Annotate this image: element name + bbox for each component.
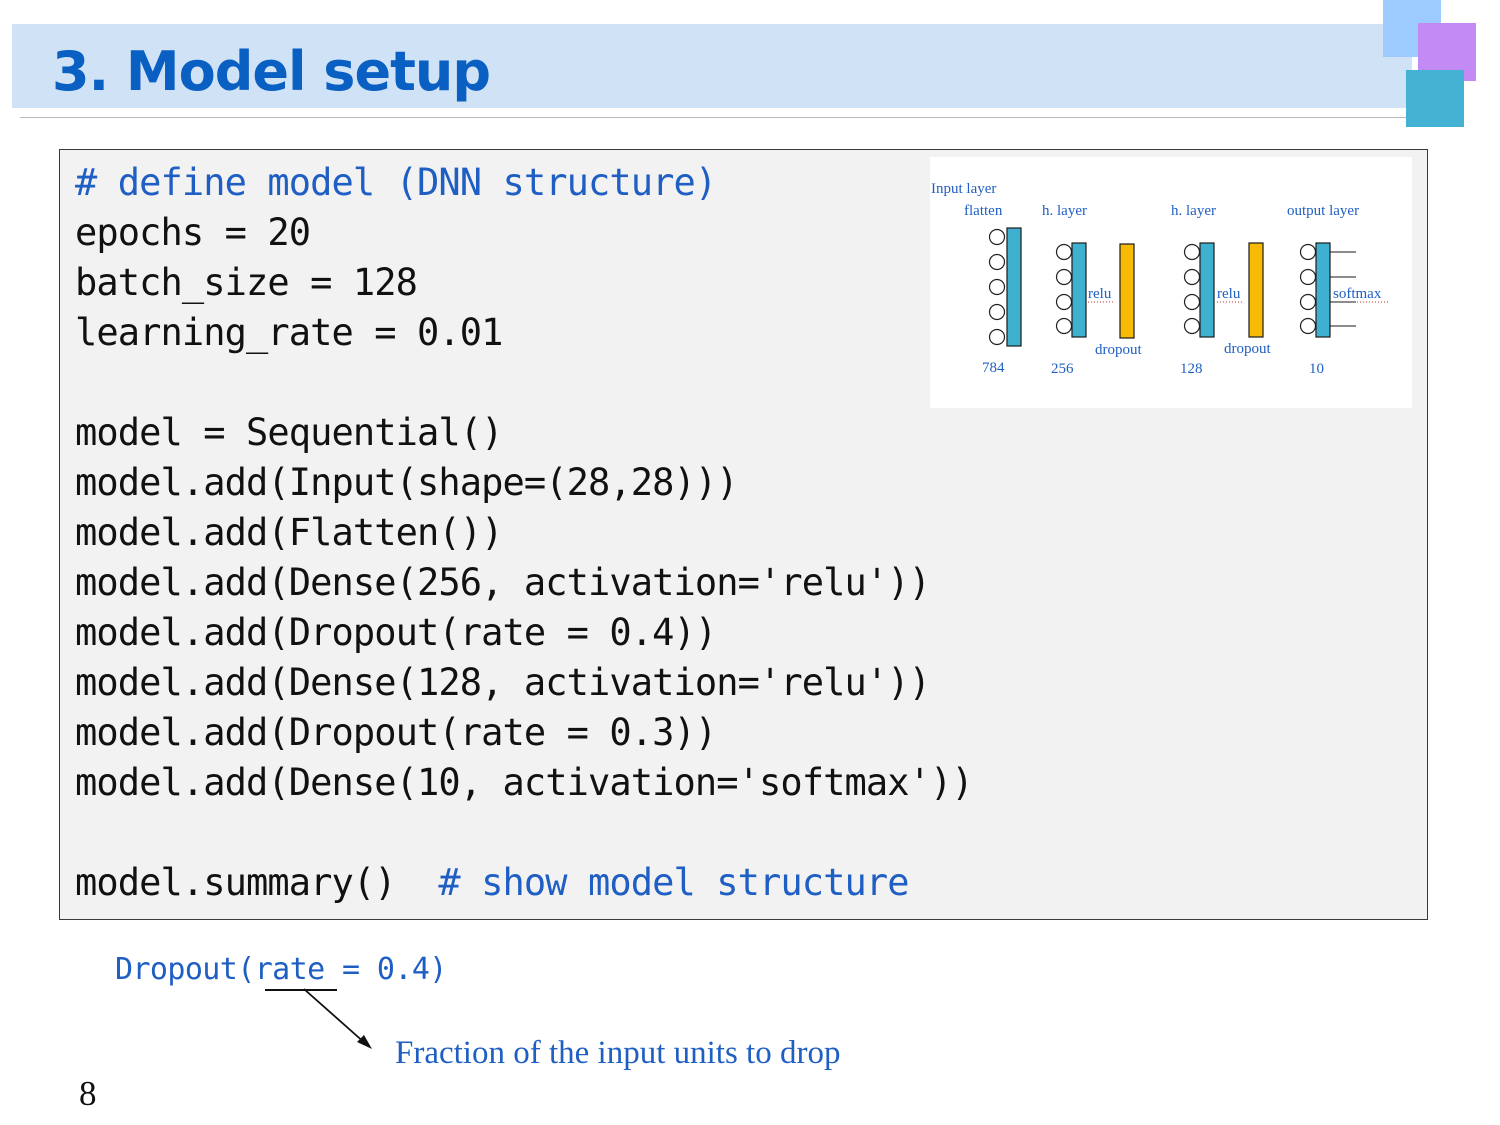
page-number: 8 <box>79 1074 97 1113</box>
code-text: model.add(Flatten()) <box>75 511 503 554</box>
neuron-hidden-1 <box>1055 268 1073 286</box>
neuron-output <box>1299 317 1317 335</box>
label-hidden-layer-1: h. layer <box>1042 203 1087 219</box>
neuron-hidden-2 <box>1183 268 1201 286</box>
neuron-input <box>988 253 1006 271</box>
code-line: batch_size = 128 <box>75 258 973 308</box>
dense-bar-256 <box>1071 242 1087 338</box>
note-arrow <box>303 988 372 1049</box>
label-output-layer: output layer <box>1287 203 1359 219</box>
code-line: learning_rate = 0.01 <box>75 308 973 358</box>
code-text: batch_size = 128 <box>75 261 418 304</box>
code-text: learning_rate = 0.01 <box>75 311 503 354</box>
neuron-input <box>988 278 1006 296</box>
code-line: model.add(Input(shape=(28,28))) <box>75 458 973 508</box>
slide-title: 3. Model setup <box>52 40 491 103</box>
code-line: epochs = 20 <box>75 208 973 258</box>
note-explanation: Fraction of the input units to drop <box>395 1035 841 1071</box>
dropout-bar-2 <box>1248 242 1264 338</box>
label-input-layer: Input layer <box>931 181 996 197</box>
dense-bar-10 <box>1315 242 1331 338</box>
label-dropout-1: dropout <box>1095 342 1142 358</box>
code-line: model.add(Flatten()) <box>75 508 973 558</box>
neuron-input <box>988 303 1006 321</box>
code-comment: # define model (DNN structure) <box>75 161 717 204</box>
code-comment: # show model structure <box>438 861 909 904</box>
label-softmax: softmax <box>1333 286 1382 302</box>
code-text: model.add(Dense(128, activation='relu')) <box>75 661 931 704</box>
neuron-hidden-1 <box>1055 293 1073 311</box>
code-text: epochs = 20 <box>75 211 311 254</box>
code-line: model.add(Dropout(rate = 0.3)) <box>75 708 973 758</box>
code-listing: # define model (DNN structure) epochs = 2… <box>75 158 974 908</box>
code-text: model.add(Dense(10, activation='softmax'… <box>75 761 974 804</box>
neuron-output <box>1299 243 1317 261</box>
neuron-hidden-2 <box>1183 317 1201 335</box>
code-text: model = Sequential() <box>75 411 503 454</box>
code-line: model.add(Dropout(rate = 0.4)) <box>75 608 973 658</box>
code-text: model.summary() <box>75 861 397 904</box>
label-relu-2: relu <box>1217 286 1241 302</box>
label-size-128: 128 <box>1180 361 1203 377</box>
code-line: model.add(Dense(10, activation='softmax'… <box>75 758 974 808</box>
label-relu-1: relu <box>1088 286 1112 302</box>
label-size-256: 256 <box>1051 361 1074 377</box>
dense-bar-128 <box>1199 242 1215 338</box>
dense-bar-flatten <box>1006 227 1022 347</box>
neuron-hidden-1 <box>1055 243 1073 261</box>
code-line: model.add(Dense(256, activation='relu')) <box>75 558 973 608</box>
dropout-bar-1 <box>1119 243 1135 339</box>
neuron-hidden-2 <box>1183 293 1201 311</box>
neuron-hidden-1 <box>1055 317 1073 335</box>
decorative-square-teal <box>1406 70 1464 127</box>
neuron-input <box>988 328 1006 346</box>
title-divider <box>20 117 1460 118</box>
code-text: model.add(Dropout(rate = 0.3)) <box>75 711 717 754</box>
label-size-10: 10 <box>1309 361 1324 377</box>
code-text: model.add(Dense(256, activation='relu')) <box>75 561 931 604</box>
network-diagram-svg: Input layer flatten h. layer h. layer ou… <box>931 181 1390 377</box>
neuron-input <box>988 228 1006 246</box>
label-flatten: flatten <box>964 203 1003 219</box>
code-line: model = Sequential() <box>75 408 973 458</box>
neuron-output <box>1299 293 1317 311</box>
label-size-784: 784 <box>982 360 1005 376</box>
code-text: model.add(Dropout(rate = 0.4)) <box>75 611 717 654</box>
neuron-hidden-2 <box>1183 243 1201 261</box>
label-hidden-layer-2: h. layer <box>1171 203 1216 219</box>
code-line: model.summary() # show model structure <box>75 858 973 908</box>
neuron-output <box>1299 268 1317 286</box>
note-code-snippet: Dropout(rate = 0.4) <box>115 952 447 987</box>
label-dropout-2: dropout <box>1224 341 1271 357</box>
code-text: model.add(Input(shape=(28,28))) <box>75 461 739 504</box>
code-line: # define model (DNN structure) <box>75 158 973 208</box>
network-diagram: Input layer flatten h. layer h. layer ou… <box>930 157 1412 408</box>
code-line: model.add(Dense(128, activation='relu')) <box>75 658 973 708</box>
